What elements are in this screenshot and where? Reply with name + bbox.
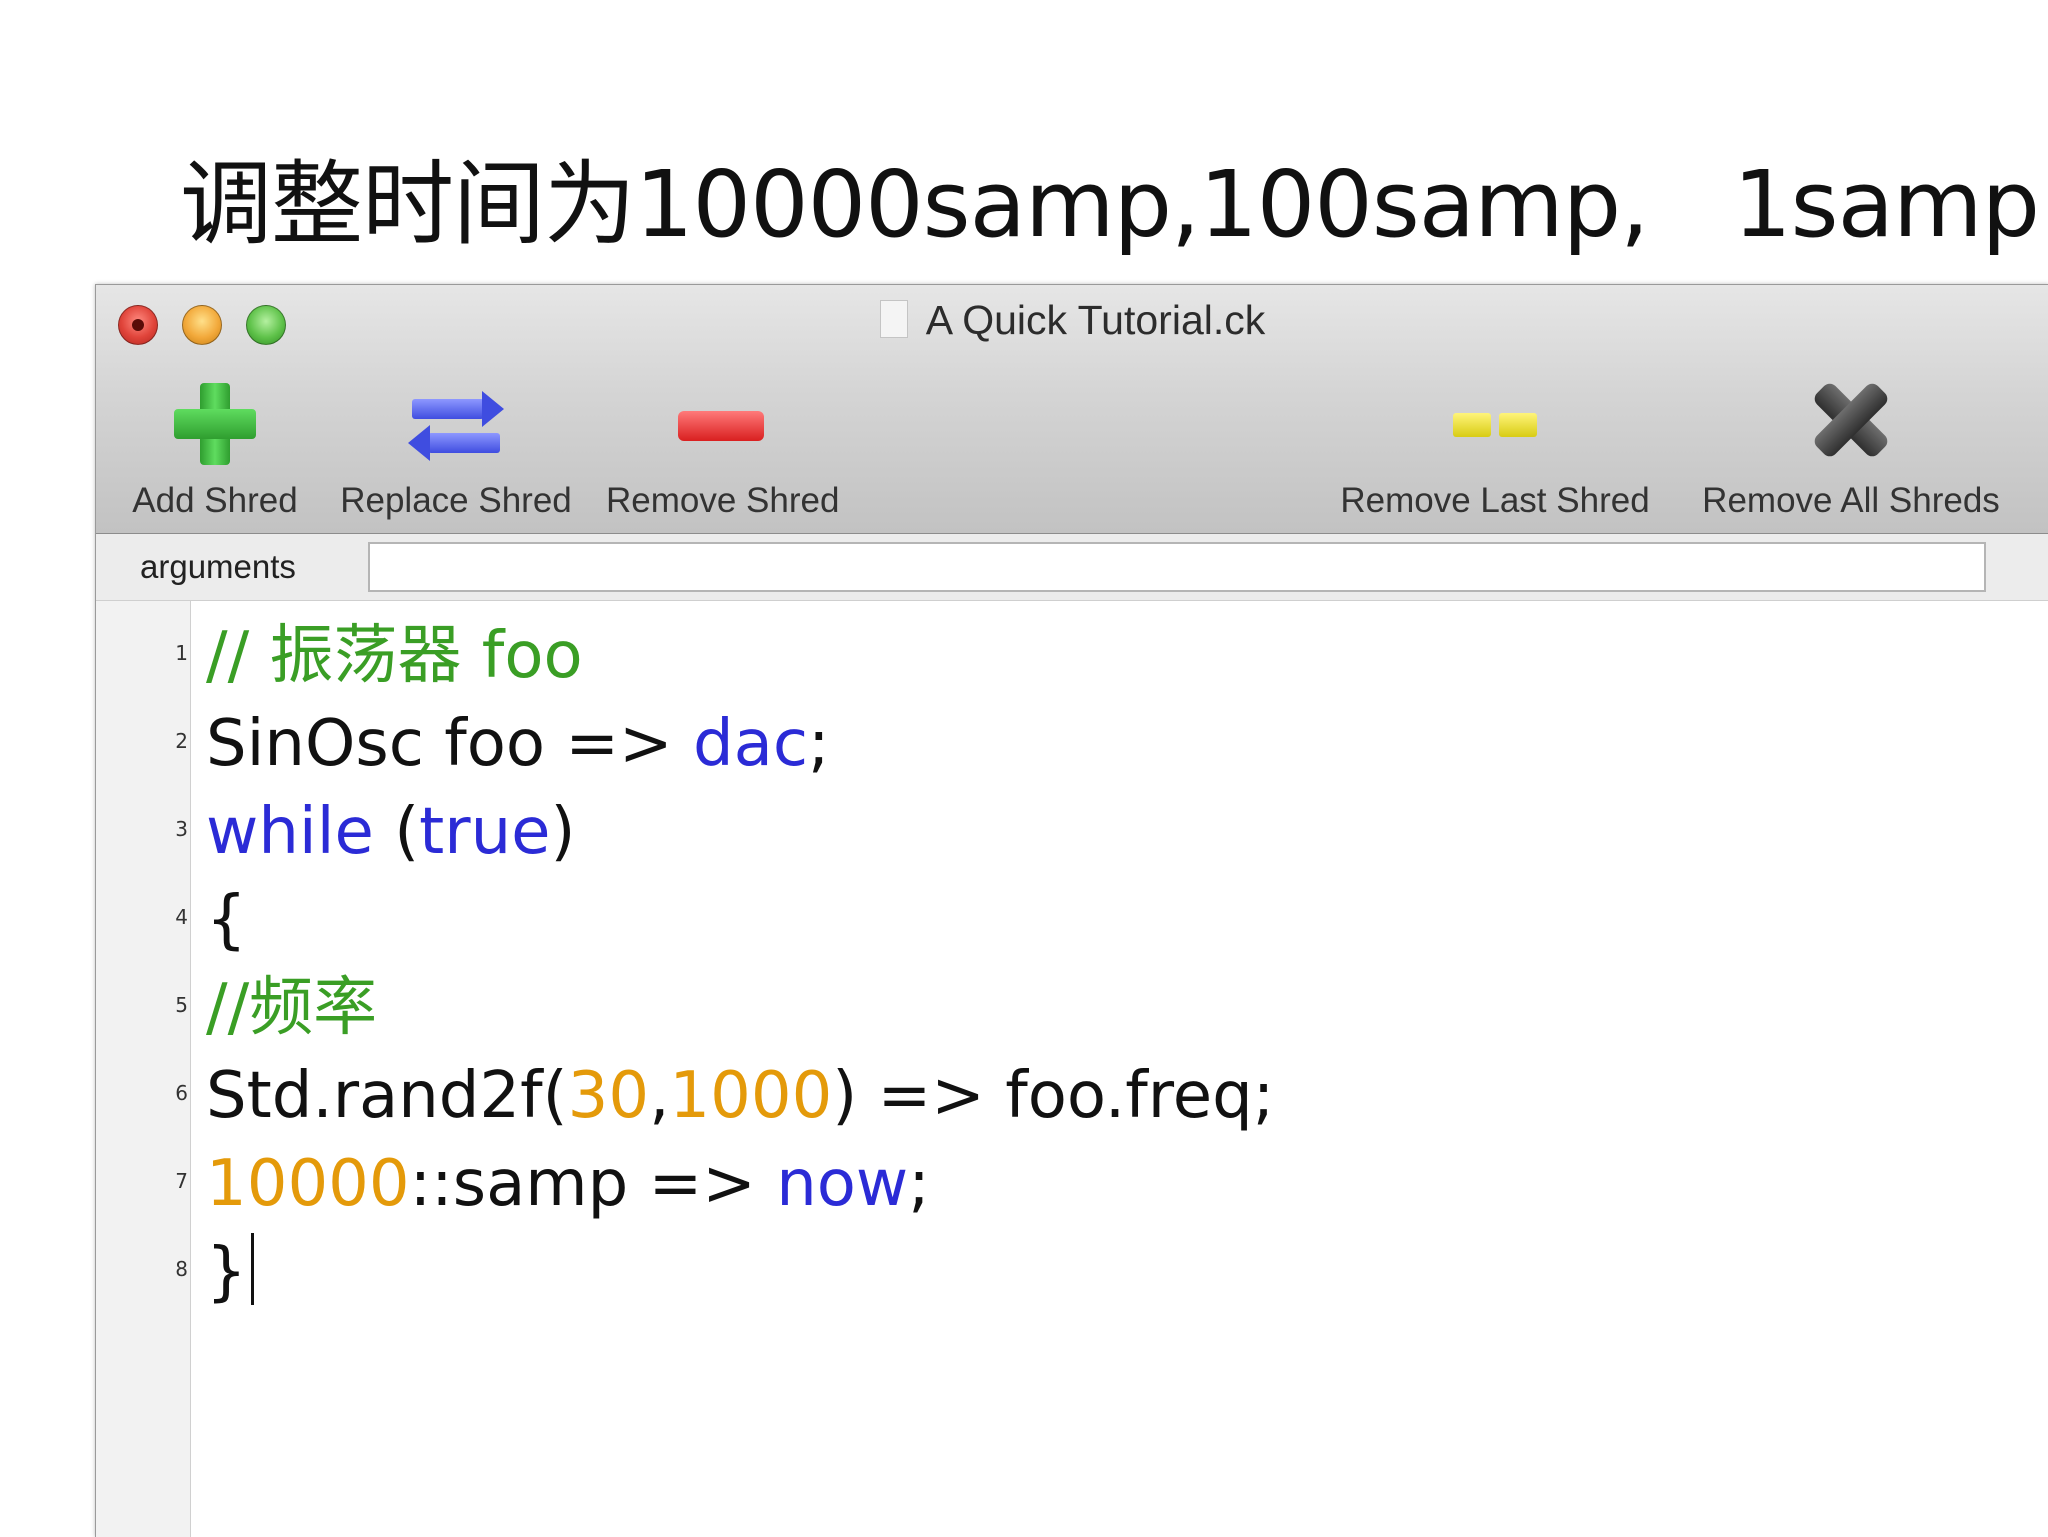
remove-shred-button[interactable]: Remove Shred bbox=[606, 375, 840, 521]
line-number: 7 bbox=[175, 1169, 188, 1193]
comment-token: // 振荡器 foo bbox=[206, 619, 583, 693]
code-editor[interactable]: 1 // 振荡器 foo 2 SinOsc foo => dac; 3 whil… bbox=[96, 601, 2048, 1537]
swap-arrows-icon bbox=[406, 375, 506, 475]
code-text: { bbox=[206, 877, 247, 963]
document-icon bbox=[879, 300, 908, 338]
keyword-token: now bbox=[776, 1147, 909, 1221]
remove-last-shred-label: Remove Last Shred bbox=[1340, 481, 1650, 520]
minus-icon bbox=[672, 375, 770, 475]
code-line: 5 //频率 bbox=[96, 965, 1996, 1051]
code-token: Std.rand2f( bbox=[206, 1059, 568, 1133]
line-number: 5 bbox=[175, 993, 188, 1017]
keyword-token: true bbox=[419, 795, 551, 869]
window-title: A Quick Tutorial.ck bbox=[925, 297, 1266, 343]
code-line: 6 Std.rand2f(30,1000) => foo.freq; bbox=[96, 1053, 1996, 1139]
remove-all-shreds-button[interactable]: Remove All Shreds bbox=[1686, 375, 2016, 521]
plus-icon bbox=[166, 375, 264, 475]
code-line: 2 SinOsc foo => dac; bbox=[96, 701, 1996, 787]
code-line: 8 } bbox=[96, 1229, 1996, 1315]
remove-all-shreds-label: Remove All Shreds bbox=[1702, 481, 2000, 520]
line-number: 3 bbox=[175, 817, 188, 841]
line-number: 1 bbox=[175, 641, 188, 665]
remove-last-shred-button[interactable]: Remove Last Shred bbox=[1328, 375, 1662, 521]
number-token: 30 bbox=[567, 1059, 650, 1133]
code-text: } bbox=[206, 1229, 254, 1315]
editor-window: A Quick Tutorial.ck Add Shred Replace Sh… bbox=[95, 284, 2048, 1537]
code-line: 7 10000::samp => now; bbox=[96, 1141, 1996, 1227]
code-text: while (true) bbox=[206, 789, 575, 875]
keyword-token: dac bbox=[693, 707, 809, 781]
code-text: // 振荡器 foo bbox=[206, 613, 583, 699]
code-text: 10000::samp => now; bbox=[206, 1141, 930, 1227]
code-line: 4 { bbox=[96, 877, 1996, 963]
code-token: ::samp => bbox=[409, 1147, 777, 1221]
window-title-bar: A Quick Tutorial.ck bbox=[96, 297, 2048, 344]
code-token: ( bbox=[373, 795, 420, 869]
comment-token: //频率 bbox=[206, 971, 378, 1045]
code-text: SinOsc foo => dac; bbox=[206, 701, 830, 787]
code-line: 1 // 振荡器 foo bbox=[96, 613, 1996, 699]
add-shred-button[interactable]: Add Shred bbox=[124, 375, 306, 521]
code-token: SinOsc foo => bbox=[206, 707, 693, 781]
code-line: 3 while (true) bbox=[96, 789, 1996, 875]
x-icon bbox=[1800, 375, 1902, 475]
arguments-input[interactable] bbox=[368, 542, 1986, 592]
slide-title: 调整时间为10000samp,100samp, 1samp bbox=[180, 151, 2040, 258]
remove-shred-label: Remove Shred bbox=[606, 481, 840, 520]
code-token: ; bbox=[808, 707, 830, 781]
code-token: ) bbox=[550, 795, 576, 869]
text-cursor bbox=[250, 1233, 254, 1305]
line-number: 6 bbox=[175, 1081, 188, 1105]
add-shred-label: Add Shred bbox=[132, 481, 298, 520]
code-token: } bbox=[206, 1235, 247, 1309]
code-token: , bbox=[649, 1059, 670, 1133]
keyword-token: while bbox=[206, 795, 374, 869]
code-text: Std.rand2f(30,1000) => foo.freq; bbox=[206, 1053, 1274, 1139]
arguments-label: arguments bbox=[140, 548, 296, 585]
code-token: ; bbox=[908, 1147, 930, 1221]
code-token: ) => foo.freq; bbox=[832, 1059, 1275, 1133]
number-token: 1000 bbox=[669, 1059, 833, 1133]
line-number: 4 bbox=[175, 905, 188, 929]
number-token: 10000 bbox=[206, 1147, 410, 1221]
line-number: 2 bbox=[175, 729, 188, 753]
replace-shred-label: Replace Shred bbox=[340, 481, 572, 520]
code-text: //频率 bbox=[206, 965, 377, 1051]
arguments-bar: arguments bbox=[96, 534, 2048, 601]
code-token: { bbox=[206, 883, 247, 957]
window-chrome: A Quick Tutorial.ck Add Shred Replace Sh… bbox=[96, 285, 2048, 534]
line-number: 8 bbox=[175, 1257, 188, 1281]
replace-shred-button[interactable]: Replace Shred bbox=[334, 375, 578, 521]
double-dash-icon bbox=[1447, 375, 1543, 475]
